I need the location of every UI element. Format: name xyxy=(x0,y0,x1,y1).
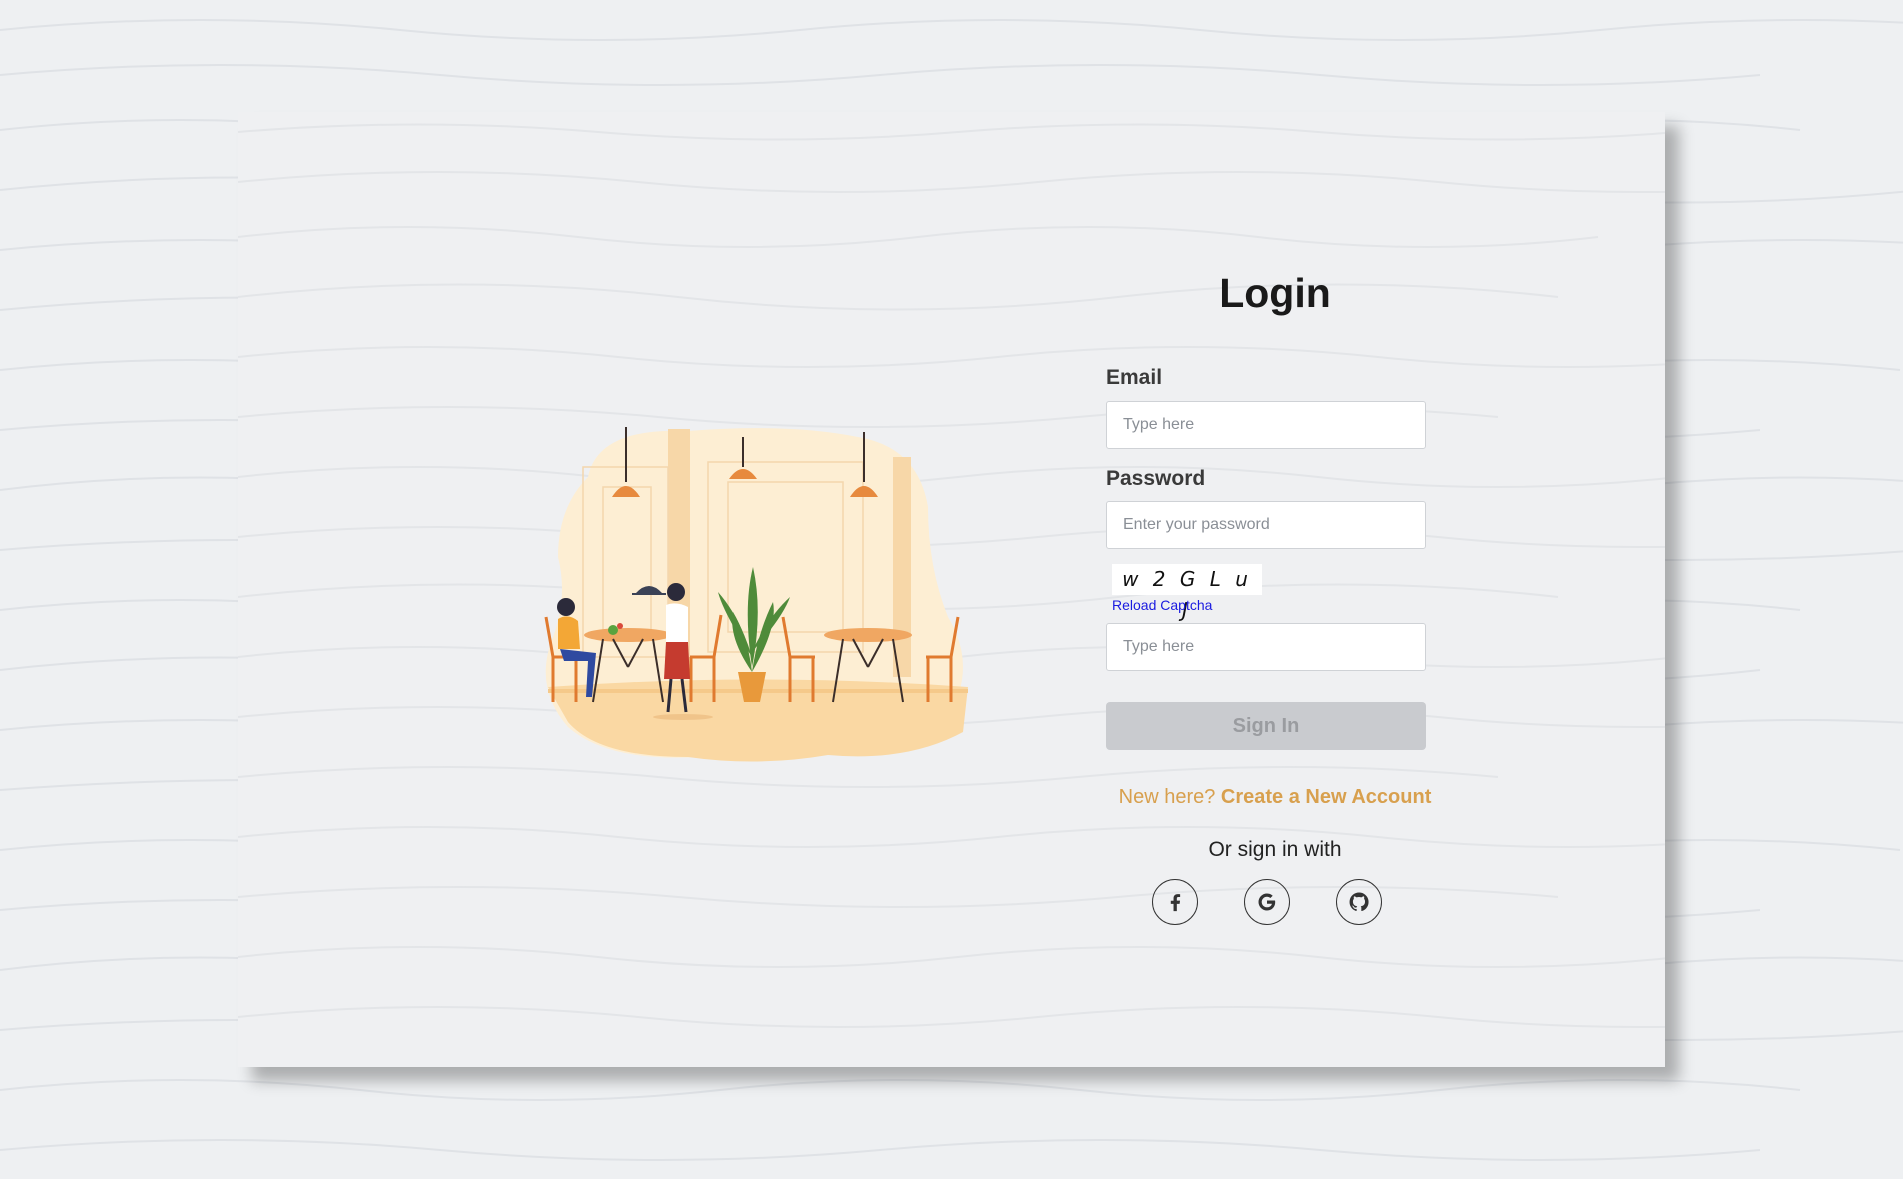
reload-captcha-link[interactable]: Reload Captcha xyxy=(1112,597,1212,613)
login-form: Login Email Password w 2 G L u J Reload … xyxy=(1070,112,1480,1067)
new-account-prompt: New here? Create a New Account xyxy=(1070,786,1480,809)
restaurant-illustration xyxy=(544,427,968,762)
github-icon xyxy=(1349,892,1369,912)
captcha-input[interactable] xyxy=(1106,623,1426,671)
password-input[interactable] xyxy=(1106,501,1426,549)
github-button[interactable] xyxy=(1336,879,1382,925)
email-input[interactable] xyxy=(1106,401,1426,449)
facebook-icon xyxy=(1170,894,1181,912)
login-card: Login Email Password w 2 G L u J Reload … xyxy=(238,112,1665,1067)
facebook-button[interactable] xyxy=(1152,879,1198,925)
new-here-text: New here? xyxy=(1118,786,1216,808)
or-sign-in-label: Or sign in with xyxy=(1208,838,1342,861)
google-icon xyxy=(1258,893,1276,911)
create-account-link[interactable]: Create a New Account xyxy=(1221,786,1431,808)
sign-in-button[interactable]: Sign In xyxy=(1106,702,1426,750)
email-label: Email xyxy=(1106,366,1163,389)
password-label: Password xyxy=(1106,467,1206,490)
page-title: Login xyxy=(1219,270,1331,316)
captcha-image: w 2 G L u J xyxy=(1112,564,1262,622)
google-button[interactable] xyxy=(1244,879,1290,925)
